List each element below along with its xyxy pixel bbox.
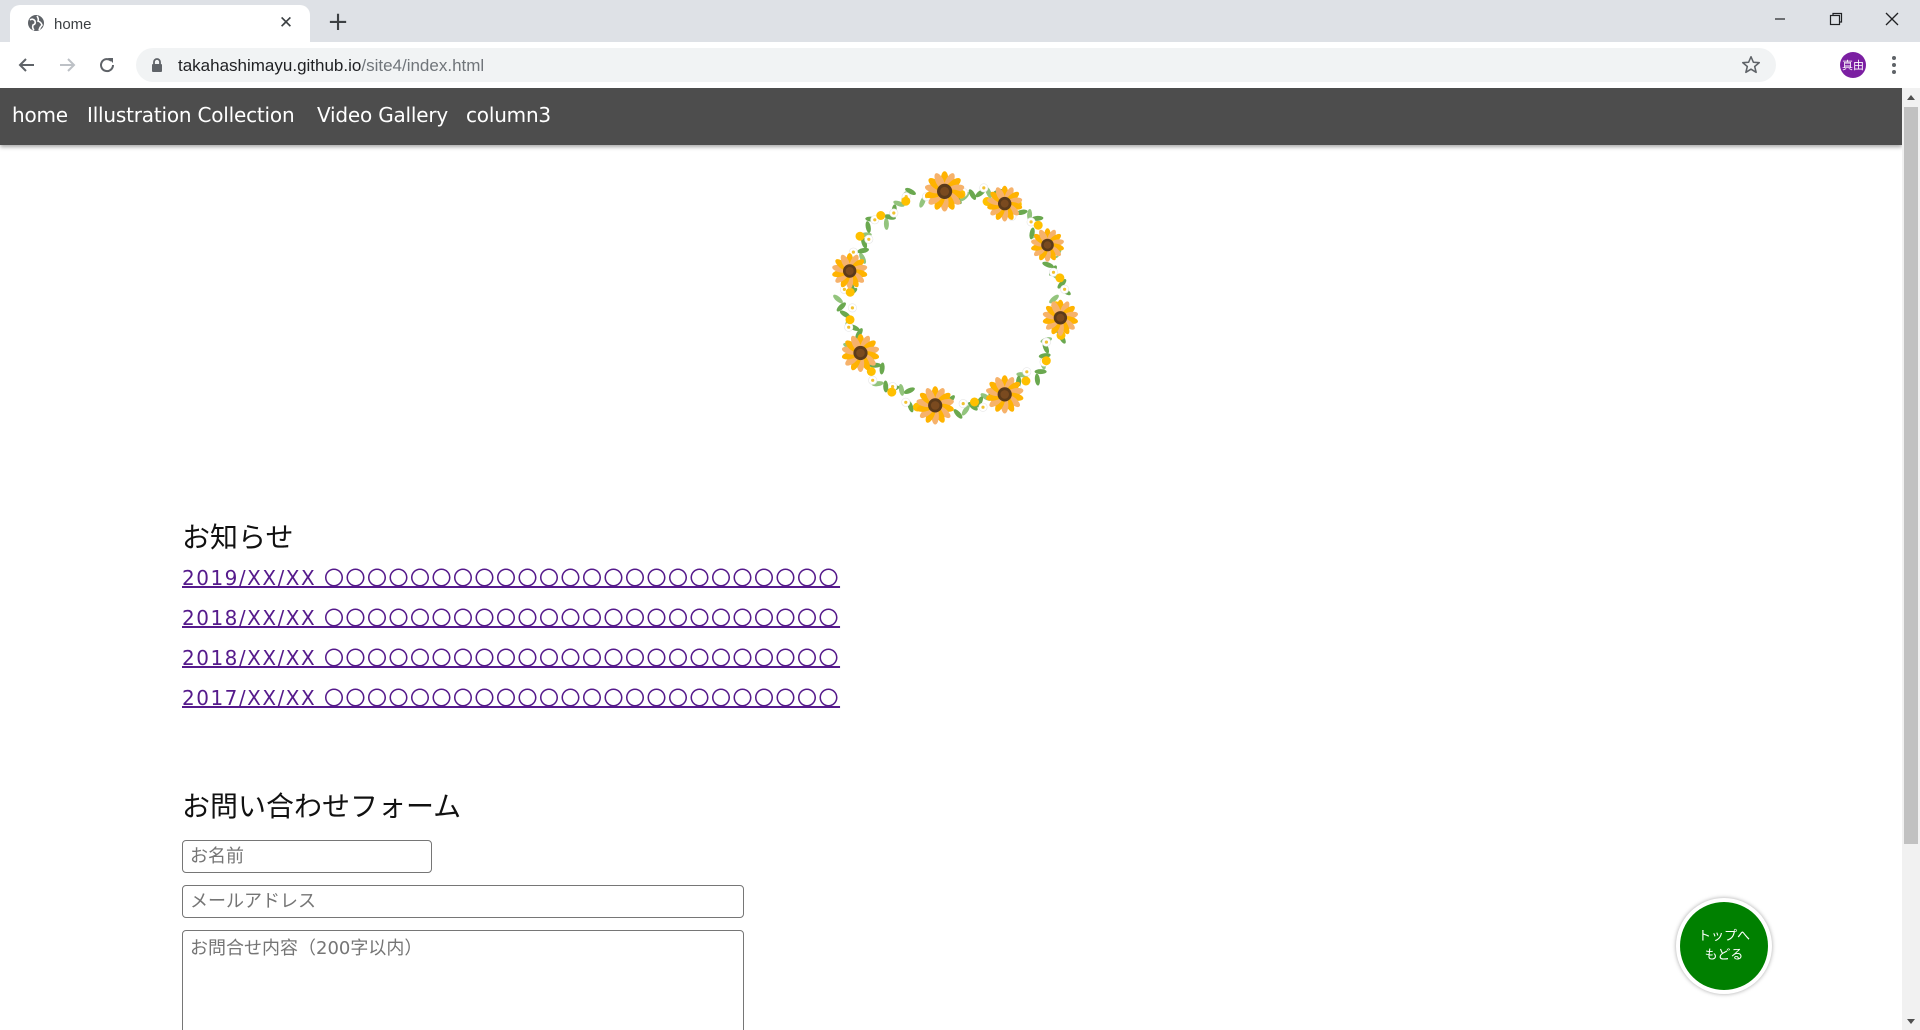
nav-illustration-collection[interactable]: Illustration Collection [87,103,295,127]
news-item[interactable]: 2017/XX/XX 〇〇〇〇〇〇〇〇〇〇〇〇〇〇〇〇〇〇〇〇〇〇〇〇 [182,682,840,711]
scroll-up-icon[interactable] [1902,88,1920,105]
profile-avatar[interactable]: 真由 [1840,52,1866,78]
more-options-icon[interactable] [1884,51,1904,79]
email-input[interactable] [182,885,744,918]
lock-icon[interactable] [150,57,164,73]
globe-icon [28,15,44,31]
url-host: takahashimayu.github.io [178,56,362,75]
scrollbar-thumb[interactable] [1904,107,1918,844]
reload-icon [100,58,115,73]
news-item[interactable]: 2018/XX/XX 〇〇〇〇〇〇〇〇〇〇〇〇〇〇〇〇〇〇〇〇〇〇〇〇 [182,602,840,631]
nav-column3[interactable]: column3 [466,103,551,127]
minimize-window-button[interactable] [1752,0,1808,38]
restore-window-button[interactable] [1808,0,1864,38]
close-tab-icon[interactable]: ✕ [276,13,296,33]
back-to-top-line1: トップへ [1697,929,1750,944]
address-bar[interactable]: takahashimayu.github.io/site4/index.html [136,48,1776,82]
browser-tab-home[interactable]: home ✕ [10,5,310,42]
url-path: /site4/index.html [361,56,485,75]
browser-toolbar: takahashimayu.github.io/site4/index.html… [0,42,1920,89]
contact-form-heading: お問い合わせフォーム [182,790,462,823]
url-text: takahashimayu.github.io/site4/index.html [178,56,484,76]
close-icon [1885,12,1899,26]
restore-icon [1829,12,1843,26]
nav-video-gallery[interactable]: Video Gallery [317,103,448,127]
minimize-icon [1775,18,1785,20]
back-to-top-circle: トップへ もどる [1680,902,1768,990]
news-item[interactable]: 2018/XX/XX 〇〇〇〇〇〇〇〇〇〇〇〇〇〇〇〇〇〇〇〇〇〇〇〇 [182,642,840,671]
nav-home[interactable]: home [12,103,68,127]
news-heading: お知らせ [182,521,294,554]
back-to-top-button[interactable]: トップへ もどる [1676,898,1772,994]
forward-button[interactable] [52,50,82,80]
bookmark-star-icon[interactable] [1740,54,1762,76]
arrow-left-icon [18,58,34,72]
back-button[interactable] [12,50,42,80]
vertical-scrollbar[interactable] [1902,88,1920,1030]
close-window-button[interactable] [1864,0,1920,38]
reload-button[interactable] [92,50,122,80]
page-viewport: home Illustration Collection Video Galle… [0,88,1920,1030]
tab-title: home [54,16,92,33]
new-tab-button[interactable]: + [324,8,352,36]
arrow-right-icon [60,58,76,72]
back-to-top-line2: もどる [1704,948,1744,963]
scroll-down-icon[interactable] [1902,1013,1920,1030]
browser-tabstrip: home ✕ + [0,0,1920,42]
sunflower-wreath-image [832,171,1078,425]
message-textarea[interactable] [182,930,744,1030]
site-navigation: home Illustration Collection Video Galle… [0,88,1902,145]
news-item[interactable]: 2019/XX/XX 〇〇〇〇〇〇〇〇〇〇〇〇〇〇〇〇〇〇〇〇〇〇〇〇 [182,562,840,591]
name-input[interactable] [182,840,432,873]
